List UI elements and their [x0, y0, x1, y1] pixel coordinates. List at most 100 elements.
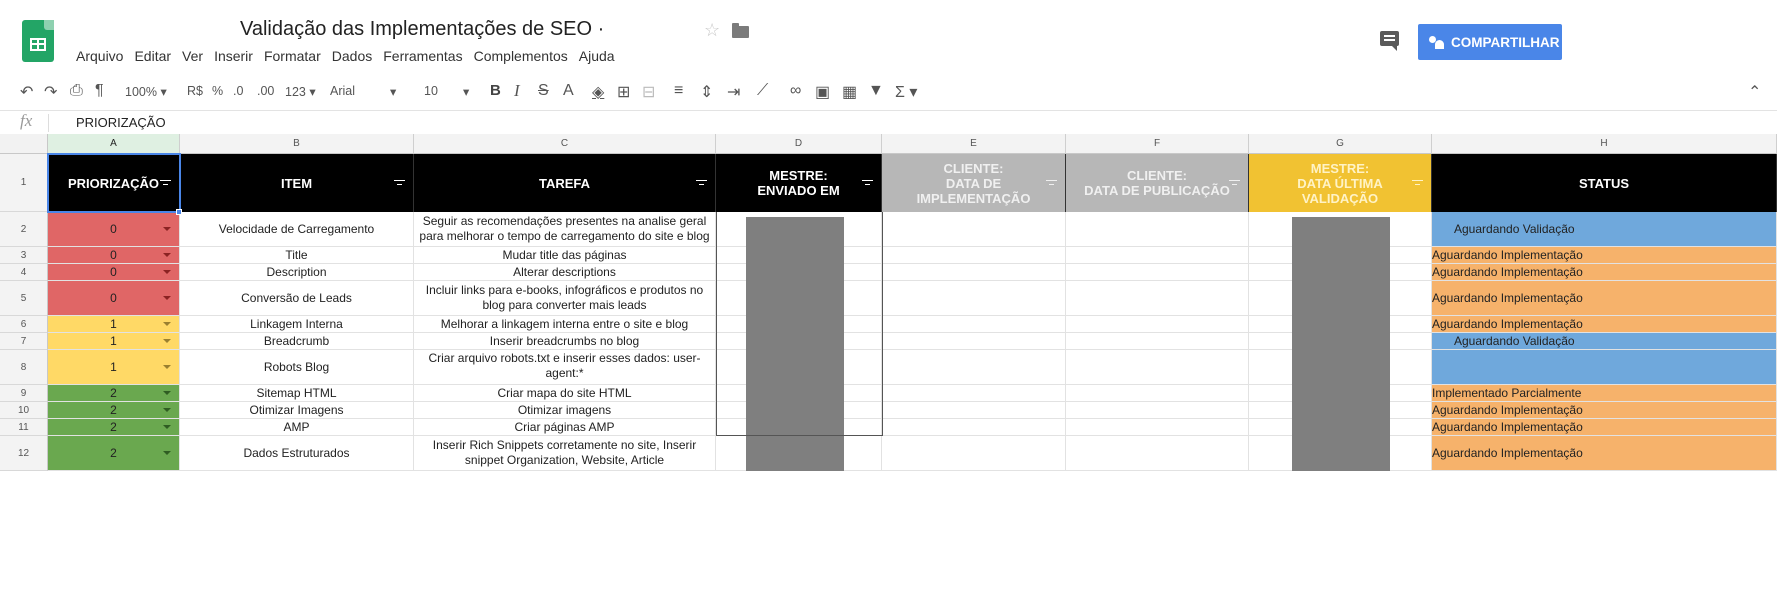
font-dropdown-arrow-icon[interactable]: ▾ — [390, 84, 396, 99]
column-header-g[interactable]: G — [1249, 134, 1432, 154]
row-header[interactable]: 2 — [0, 212, 48, 247]
strikethrough-button[interactable]: S — [538, 82, 549, 100]
zoom-select[interactable]: 100% ▾ — [125, 84, 167, 99]
paint-format-icon[interactable]: ¶ — [95, 82, 104, 100]
empty-cell[interactable] — [882, 247, 1066, 264]
text-rotation-icon[interactable]: ⟋ — [757, 82, 768, 100]
filter-icon[interactable] — [862, 179, 873, 187]
task-cell[interactable]: Otimizar imagens — [414, 402, 716, 419]
increase-decimals-button[interactable]: .00 — [257, 84, 274, 98]
empty-cell[interactable] — [1066, 350, 1249, 385]
dropdown-arrow-icon[interactable] — [163, 451, 171, 455]
star-icon[interactable]: ☆ — [704, 20, 720, 41]
select-all-corner[interactable] — [0, 134, 48, 154]
status-cell[interactable]: Aguardando Implementação — [1432, 281, 1777, 316]
priority-cell[interactable]: 0 — [48, 247, 180, 264]
vertical-align-icon[interactable]: ⇕ — [700, 82, 713, 102]
filter-icon[interactable] — [1412, 179, 1423, 187]
priority-cell[interactable]: 2 — [48, 385, 180, 402]
empty-cell[interactable] — [1066, 419, 1249, 436]
menu-ajuda[interactable]: Ajuda — [579, 48, 615, 68]
share-button[interactable]: COMPARTILHAR — [1418, 24, 1562, 60]
redo-icon[interactable]: ↷ — [44, 82, 57, 102]
dropdown-arrow-icon[interactable] — [163, 365, 171, 369]
comments-icon[interactable] — [1380, 31, 1399, 51]
fill-color-icon[interactable]: ◈ — [592, 82, 604, 102]
dropdown-arrow-icon[interactable] — [163, 270, 171, 274]
priority-cell[interactable]: 1 — [48, 350, 180, 385]
status-cell[interactable]: Aguardando Validação — [1432, 333, 1777, 350]
insert-link-icon[interactable]: ∞ — [790, 82, 801, 100]
item-cell[interactable]: Velocidade de Carregamento — [180, 212, 414, 247]
empty-cell[interactable] — [1066, 333, 1249, 350]
empty-cell[interactable] — [882, 316, 1066, 333]
empty-cell[interactable] — [882, 333, 1066, 350]
menu-editar[interactable]: Editar — [134, 48, 171, 68]
row-header[interactable]: 6 — [0, 316, 48, 333]
empty-cell[interactable] — [882, 212, 1066, 247]
menu-dados[interactable]: Dados — [332, 48, 372, 68]
status-cell[interactable]: Aguardando Implementação — [1432, 419, 1777, 436]
merge-cells-icon[interactable]: ⊟ — [642, 82, 655, 102]
header-cell-d[interactable]: MESTRE: ENVIADO EM — [716, 154, 882, 212]
column-header-f[interactable]: F — [1066, 134, 1249, 154]
row-header[interactable]: 10 — [0, 402, 48, 419]
row-header[interactable]: 7 — [0, 333, 48, 350]
empty-cell[interactable] — [882, 402, 1066, 419]
empty-cell[interactable] — [1066, 436, 1249, 471]
item-cell[interactable]: AMP — [180, 419, 414, 436]
status-cell[interactable] — [1432, 350, 1777, 385]
item-cell[interactable]: Otimizar Imagens — [180, 402, 414, 419]
status-cell[interactable]: Aguardando Implementação — [1432, 247, 1777, 264]
row-header[interactable]: 8 — [0, 350, 48, 385]
header-cell-h[interactable]: STATUS — [1432, 154, 1777, 212]
task-cell[interactable]: Seguir as recomendações presentes na ana… — [414, 212, 716, 247]
column-header-e[interactable]: E — [882, 134, 1066, 154]
row-header[interactable]: 3 — [0, 247, 48, 264]
empty-cell[interactable] — [882, 436, 1066, 471]
column-header-d[interactable]: D — [716, 134, 882, 154]
priority-cell[interactable]: 2 — [48, 419, 180, 436]
priority-cell[interactable]: 2 — [48, 436, 180, 471]
header-cell-b[interactable]: ITEM — [180, 154, 414, 212]
item-cell[interactable]: Title — [180, 247, 414, 264]
dropdown-arrow-icon[interactable] — [163, 425, 171, 429]
text-color-button[interactable]: A — [563, 82, 574, 100]
insert-chart-icon[interactable]: ▦ — [842, 82, 857, 102]
currency-format-button[interactable]: R$ — [187, 84, 203, 98]
status-cell[interactable]: Implementado Parcialmente — [1432, 385, 1777, 402]
priority-cell[interactable]: 0 — [48, 264, 180, 281]
filter-icon[interactable] — [1229, 179, 1240, 187]
menu-arquivo[interactable]: Arquivo — [76, 48, 123, 68]
empty-cell[interactable] — [1066, 402, 1249, 419]
menu-ver[interactable]: Ver — [182, 48, 203, 68]
item-cell[interactable]: Robots Blog — [180, 350, 414, 385]
task-cell[interactable]: Inserir breadcrumbs no blog — [414, 333, 716, 350]
header-cell-e[interactable]: CLIENTE: DATA DE IMPLEMENTAÇÃO — [882, 154, 1066, 212]
priority-cell[interactable]: 1 — [48, 316, 180, 333]
task-cell[interactable]: Mudar title das páginas — [414, 247, 716, 264]
column-header-h[interactable]: H — [1432, 134, 1777, 154]
column-header-a[interactable]: A — [48, 134, 180, 154]
empty-cell[interactable] — [1066, 316, 1249, 333]
menu-complementos[interactable]: Complementos — [474, 48, 568, 68]
empty-cell[interactable] — [1066, 264, 1249, 281]
bold-button[interactable]: B — [490, 82, 501, 99]
row-header[interactable]: 5 — [0, 281, 48, 316]
percent-format-button[interactable]: % — [212, 84, 223, 98]
priority-cell[interactable]: 0 — [48, 281, 180, 316]
menu-formatar[interactable]: Formatar — [264, 48, 321, 68]
filter-icon[interactable]: ▼ — [868, 82, 884, 100]
collapse-menus-icon[interactable]: ⌃ — [1748, 82, 1761, 102]
status-cell[interactable]: Aguardando Implementação — [1432, 436, 1777, 471]
filter-icon[interactable] — [696, 179, 707, 187]
header-cell-c[interactable]: TAREFA — [414, 154, 716, 212]
row-header[interactable]: 1 — [0, 154, 48, 212]
dropdown-arrow-icon[interactable] — [163, 296, 171, 300]
item-cell[interactable]: Dados Estruturados — [180, 436, 414, 471]
empty-cell[interactable] — [1066, 385, 1249, 402]
status-cell[interactable]: Aguardando Implementação — [1432, 316, 1777, 333]
row-header[interactable]: 12 — [0, 436, 48, 471]
font-select[interactable]: Arial — [330, 84, 355, 98]
sheets-logo-icon[interactable] — [22, 20, 54, 62]
